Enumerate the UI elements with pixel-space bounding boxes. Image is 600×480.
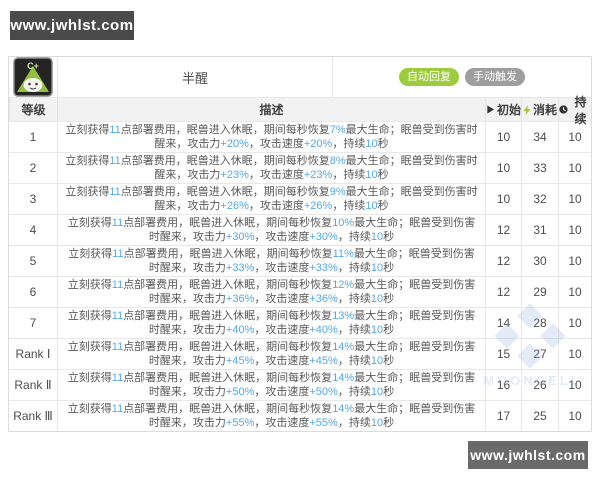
skill-table: C+ 半醒 自动回复 手动触发 等级 描述 初始 消耗 持续 1 立刻获得11点…: [8, 56, 592, 432]
table-row: 3 立刻获得11点部署费用，眠兽进入休眠，期间每秒恢复9%最大生命；眠兽受到伤害时…: [9, 183, 591, 214]
sp-cost-cell: 33: [521, 153, 558, 183]
header-sp-cost: 消耗: [521, 98, 558, 121]
level-cell: 1: [29, 130, 37, 144]
duration-cell: 10: [558, 153, 591, 183]
level-cell: Rank Ⅰ: [15, 347, 51, 361]
description-cell: 立刻获得11点部署费用，眠兽进入休眠，期间每秒恢复10%最大生命；眠兽受到伤害时…: [57, 215, 485, 245]
sp-cost-cell: 30: [521, 246, 558, 276]
svg-text:C+: C+: [27, 61, 39, 71]
duration-cell: 10: [558, 339, 591, 369]
description-cell: 立刻获得11点部署费用，眠兽进入休眠，期间每秒恢复8%最大生命；眠兽受到伤害时醒…: [57, 153, 485, 183]
duration-cell: 10: [558, 122, 591, 152]
lightning-icon: [523, 104, 531, 115]
initial-sp-cell: 12: [485, 215, 521, 245]
skill-badges: 自动回复 手动触发: [332, 57, 591, 97]
initial-sp-cell: 12: [485, 246, 521, 276]
initial-sp-cell: 10: [485, 122, 521, 152]
level-cell: 4: [29, 223, 37, 237]
table-row: 2 立刻获得11点部署费用，眠兽进入休眠，期间每秒恢复8%最大生命；眠兽受到伤害时…: [9, 152, 591, 183]
duration-cell: 10: [558, 308, 591, 338]
sp-cost-cell: 28: [521, 308, 558, 338]
table-row: Rank Ⅱ 立刻获得11点部署费用，眠兽进入休眠，期间每秒恢复14%最大生命；眠…: [9, 369, 591, 400]
description-cell: 立刻获得11点部署费用，眠兽进入休眠，期间每秒恢复12%最大生命；眠兽受到伤害时…: [57, 277, 485, 307]
description-cell: 立刻获得11点部署费用，眠兽进入休眠，期间每秒恢复14%最大生命；眠兽受到伤害时…: [57, 370, 485, 400]
header-duration: 持续: [558, 95, 591, 126]
initial-sp-cell: 16: [485, 370, 521, 400]
duration-cell: 10: [558, 370, 591, 400]
description-cell: 立刻获得11点部署费用，眠兽进入休眠，期间每秒恢复7%最大生命；眠兽受到伤害时醒…: [57, 122, 485, 152]
duration-cell: 10: [558, 277, 591, 307]
initial-sp-cell: 15: [485, 339, 521, 369]
sp-cost-cell: 27: [521, 339, 558, 369]
sp-cost-cell: 25: [521, 401, 558, 431]
description-cell: 立刻获得11点部署费用，眠兽进入休眠，期间每秒恢复9%最大生命；眠兽受到伤害时醒…: [57, 184, 485, 214]
initial-sp-cell: 10: [485, 184, 521, 214]
table-row: 7 立刻获得11点部署费用，眠兽进入休眠，期间每秒恢复13%最大生命；眠兽受到伤害…: [9, 307, 591, 338]
table-row: 5 立刻获得11点部署费用，眠兽进入休眠，期间每秒恢复11%最大生命；眠兽受到伤害…: [9, 245, 591, 276]
initial-sp-cell: 12: [485, 277, 521, 307]
duration-cell: 10: [558, 246, 591, 276]
skill-name: 半醒: [57, 57, 332, 97]
table-row: Rank Ⅲ 立刻获得11点部署费用，眠兽进入休眠，期间每秒恢复14%最大生命；眠…: [9, 400, 591, 431]
description-cell: 立刻获得11点部署费用，眠兽进入休眠，期间每秒恢复13%最大生命；眠兽受到伤害时…: [57, 308, 485, 338]
header-initial-sp: 初始: [485, 98, 521, 121]
sp-cost-cell: 26: [521, 370, 558, 400]
page: www.jwhlst.com C+ 半醒 自动回复 手动触发 等级 描述 初始 …: [0, 0, 600, 480]
description-cell: 立刻获得11点部署费用，眠兽进入休眠，期间每秒恢复11%最大生命；眠兽受到伤害时…: [57, 246, 485, 276]
level-cell: 7: [29, 316, 37, 330]
sp-cost-cell: 32: [521, 184, 558, 214]
duration-cell: 10: [558, 215, 591, 245]
clock-icon: [559, 105, 568, 114]
level-cell: 5: [29, 254, 37, 268]
play-icon: [486, 105, 495, 114]
table-row: 1 立刻获得11点部署费用，眠兽进入休眠，期间每秒恢复7%最大生命；眠兽受到伤害时…: [9, 121, 591, 152]
header-level: 等级: [9, 98, 57, 121]
level-cell: Rank Ⅲ: [13, 409, 53, 423]
initial-sp-cell: 17: [485, 401, 521, 431]
level-cell: 2: [29, 161, 37, 175]
initial-sp-cell: 14: [485, 308, 521, 338]
header-description: 描述: [57, 98, 485, 121]
table-row: Rank Ⅰ 立刻获得11点部署费用，眠兽进入休眠，期间每秒恢复14%最大生命；眠…: [9, 338, 591, 369]
duration-cell: 10: [558, 184, 591, 214]
badge-auto-recovery: 自动回复: [399, 68, 459, 86]
watermark-bottom-right: www.jwhlst.com: [468, 441, 588, 469]
level-cell: 6: [29, 285, 37, 299]
sp-cost-cell: 29: [521, 277, 558, 307]
initial-sp-cell: 10: [485, 153, 521, 183]
sp-cost-cell: 34: [521, 122, 558, 152]
duration-cell: 10: [558, 401, 591, 431]
table-row: 6 立刻获得11点部署费用，眠兽进入休眠，期间每秒恢复12%最大生命；眠兽受到伤害…: [9, 276, 591, 307]
skill-icon-cell: C+: [9, 57, 57, 97]
badge-manual-trigger: 手动触发: [465, 68, 525, 86]
skill-icon: C+: [13, 57, 53, 97]
level-cell: 3: [29, 192, 37, 206]
description-cell: 立刻获得11点部署费用，眠兽进入休眠，期间每秒恢复14%最大生命；眠兽受到伤害时…: [57, 401, 485, 431]
skill-header-row: C+ 半醒 自动回复 手动触发: [9, 57, 591, 97]
table-row: 4 立刻获得11点部署费用，眠兽进入休眠，期间每秒恢复10%最大生命；眠兽受到伤害…: [9, 214, 591, 245]
table-header-row: 等级 描述 初始 消耗 持续: [9, 95, 591, 126]
sp-cost-cell: 31: [521, 215, 558, 245]
watermark-top-left: www.jwhlst.com: [10, 11, 134, 40]
level-cell: Rank Ⅱ: [14, 378, 52, 392]
description-cell: 立刻获得11点部署费用，眠兽进入休眠，期间每秒恢复14%最大生命；眠兽受到伤害时…: [57, 339, 485, 369]
skill-table-body: 1 立刻获得11点部署费用，眠兽进入休眠，期间每秒恢复7%最大生命；眠兽受到伤害时…: [9, 121, 591, 431]
